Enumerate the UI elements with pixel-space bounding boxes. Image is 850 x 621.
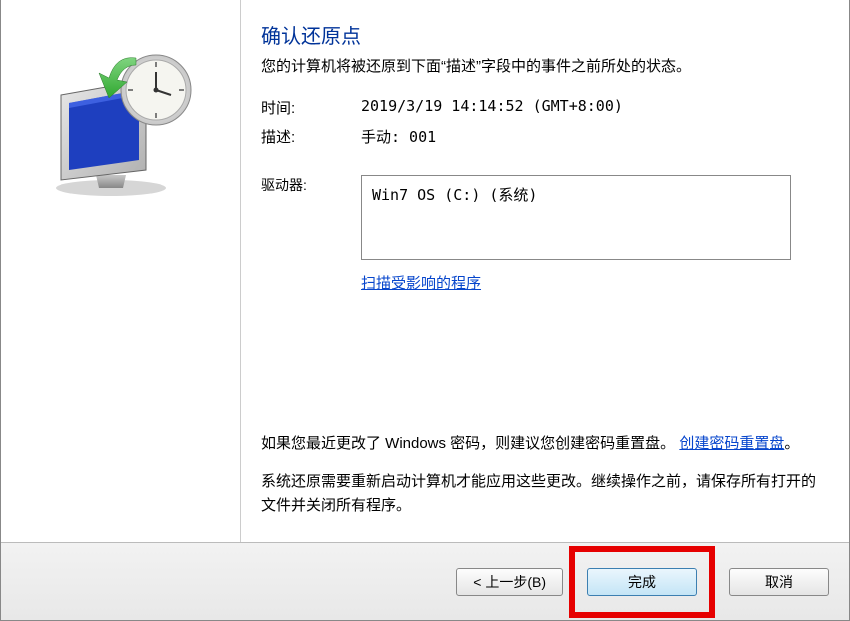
password-note-text: 如果您最近更改了 Windows 密码，则建议您创建密码重置盘。 [261,435,675,452]
scan-affected-programs-link[interactable]: 扫描受影响的程序 [361,275,481,292]
description-label: 描述: [261,126,361,147]
restart-note: 系统还原需要重新启动计算机才能应用这些更改。继续操作之前，请保存所有打开的文件并… [261,470,819,518]
drives-label: 驱动器: [261,175,361,195]
system-restore-dialog: 确认还原点 您的计算机将被还原到下面“描述”字段中的事件之前所处的状态。 时间:… [0,0,850,621]
left-panel [1,0,241,542]
finish-highlight: 完成 [569,546,715,618]
spacer [261,293,819,432]
page-subtitle: 您的计算机将被还原到下面“描述”字段中的事件之前所处的状态。 [261,55,819,79]
page-title: 确认还原点 [261,20,819,49]
password-note-suffix: 。 [784,435,799,452]
drives-field-row: 驱动器: Win7 OS (C:) (系统) [261,175,819,260]
create-password-reset-disk-link[interactable]: 创建密码重置盘 [679,435,784,452]
time-label: 时间: [261,97,361,118]
drives-listbox[interactable]: Win7 OS (C:) (系统) [361,175,791,260]
main-area: 确认还原点 您的计算机将被还原到下面“描述”字段中的事件之前所处的状态。 时间:… [1,0,849,542]
cancel-button[interactable]: 取消 [729,568,829,596]
scan-link-row: 扫描受影响的程序 [361,272,819,293]
back-button[interactable]: < 上一步(B) [456,568,563,596]
description-value: 手动: 001 [361,126,819,147]
system-restore-icon [41,40,201,200]
content-panel: 确认还原点 您的计算机将被还原到下面“描述”字段中的事件之前所处的状态。 时间:… [241,0,849,542]
time-value: 2019/3/19 14:14:52 (GMT+8:00) [361,97,819,115]
time-field-row: 时间: 2019/3/19 14:14:52 (GMT+8:00) [261,97,819,118]
password-note: 如果您最近更改了 Windows 密码，则建议您创建密码重置盘。 创建密码重置盘… [261,432,819,456]
button-bar: < 上一步(B) 完成 取消 [1,542,849,620]
description-field-row: 描述: 手动: 001 [261,126,819,147]
finish-button[interactable]: 完成 [587,568,697,596]
drive-item: Win7 OS (C:) (系统) [372,184,780,205]
